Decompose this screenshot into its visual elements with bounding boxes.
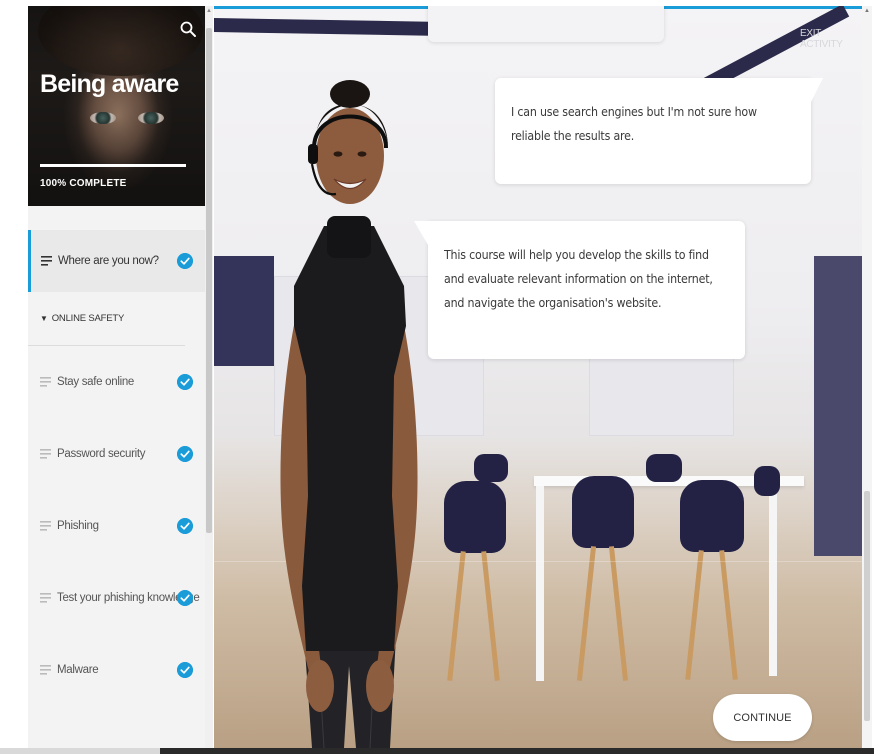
progress-label: 100% COMPLETE <box>40 178 127 189</box>
lines-icon <box>40 593 51 603</box>
menu-item-password-security[interactable]: Password security <box>28 418 205 490</box>
check-circle-icon <box>177 590 193 606</box>
triangle-down-icon: ▼ <box>40 314 48 323</box>
menu-item-stay-safe-online[interactable]: Stay safe online <box>28 346 205 418</box>
activity-scene: I can use search engines but I'm not sur… <box>214 6 862 748</box>
lines-icon <box>41 256 52 266</box>
continue-button[interactable]: CONTINUE <box>713 694 812 741</box>
progress-bar-fill <box>40 164 186 167</box>
check-circle-icon <box>177 518 193 534</box>
section-label: ONLINE SAFETY <box>51 313 125 324</box>
sidebar-scrollbar-thumb[interactable] <box>206 28 212 533</box>
menu-item-label: Password security <box>57 448 146 460</box>
sidebar-scrollbar[interactable]: ▲ <box>205 6 213 748</box>
check-circle-icon <box>177 662 193 678</box>
menu-item-label: Malware <box>57 664 99 676</box>
check-circle-icon <box>177 253 193 269</box>
main-scrollbar-thumb[interactable] <box>864 491 870 721</box>
bottom-strip <box>0 748 874 754</box>
progress-bar <box>40 164 186 167</box>
previous-speech-bubble <box>428 6 664 42</box>
menu-item-where-are-you-now[interactable]: Where are you now? <box>28 230 205 292</box>
sidebar: Being aware 100% COMPLETE Where are you … <box>28 6 205 748</box>
lines-icon <box>40 665 51 675</box>
lines-icon <box>40 377 51 387</box>
check-circle-icon <box>177 446 193 462</box>
search-icon[interactable] <box>179 20 197 38</box>
main-scrollbar[interactable]: ▲ <box>862 6 872 748</box>
section-header-online-safety[interactable]: ▼ ONLINE SAFETY <box>28 292 185 346</box>
speech-bubble-learner: I can use search engines but I'm not sur… <box>495 78 823 184</box>
lines-icon <box>40 449 51 459</box>
menu-item-malware[interactable]: Malware <box>28 634 205 706</box>
check-circle-icon <box>177 374 193 390</box>
scroll-up-icon[interactable]: ▲ <box>864 8 870 14</box>
course-menu: Where are you now? ▼ ONLINE SAFETY Stay … <box>28 230 205 706</box>
scroll-up-icon[interactable]: ▲ <box>206 8 212 14</box>
menu-item-label: Stay safe online <box>57 376 135 388</box>
exit-activity-link[interactable]: EXIT ACTIVITY <box>800 28 862 50</box>
speech-bubble-presenter: This course will help you develop the sk… <box>414 221 745 359</box>
course-hero: Being aware 100% COMPLETE <box>28 6 205 206</box>
menu-item-test-your-phishing-knowledge[interactable]: Test your phishing knowledge <box>28 562 205 634</box>
menu-item-label: Phishing <box>57 520 99 532</box>
menu-item-label: Where are you now? <box>58 255 159 267</box>
lines-icon <box>40 521 51 531</box>
presenter-avatar <box>280 80 418 748</box>
course-title: Being aware <box>40 70 179 98</box>
menu-item-phishing[interactable]: Phishing <box>28 490 205 562</box>
